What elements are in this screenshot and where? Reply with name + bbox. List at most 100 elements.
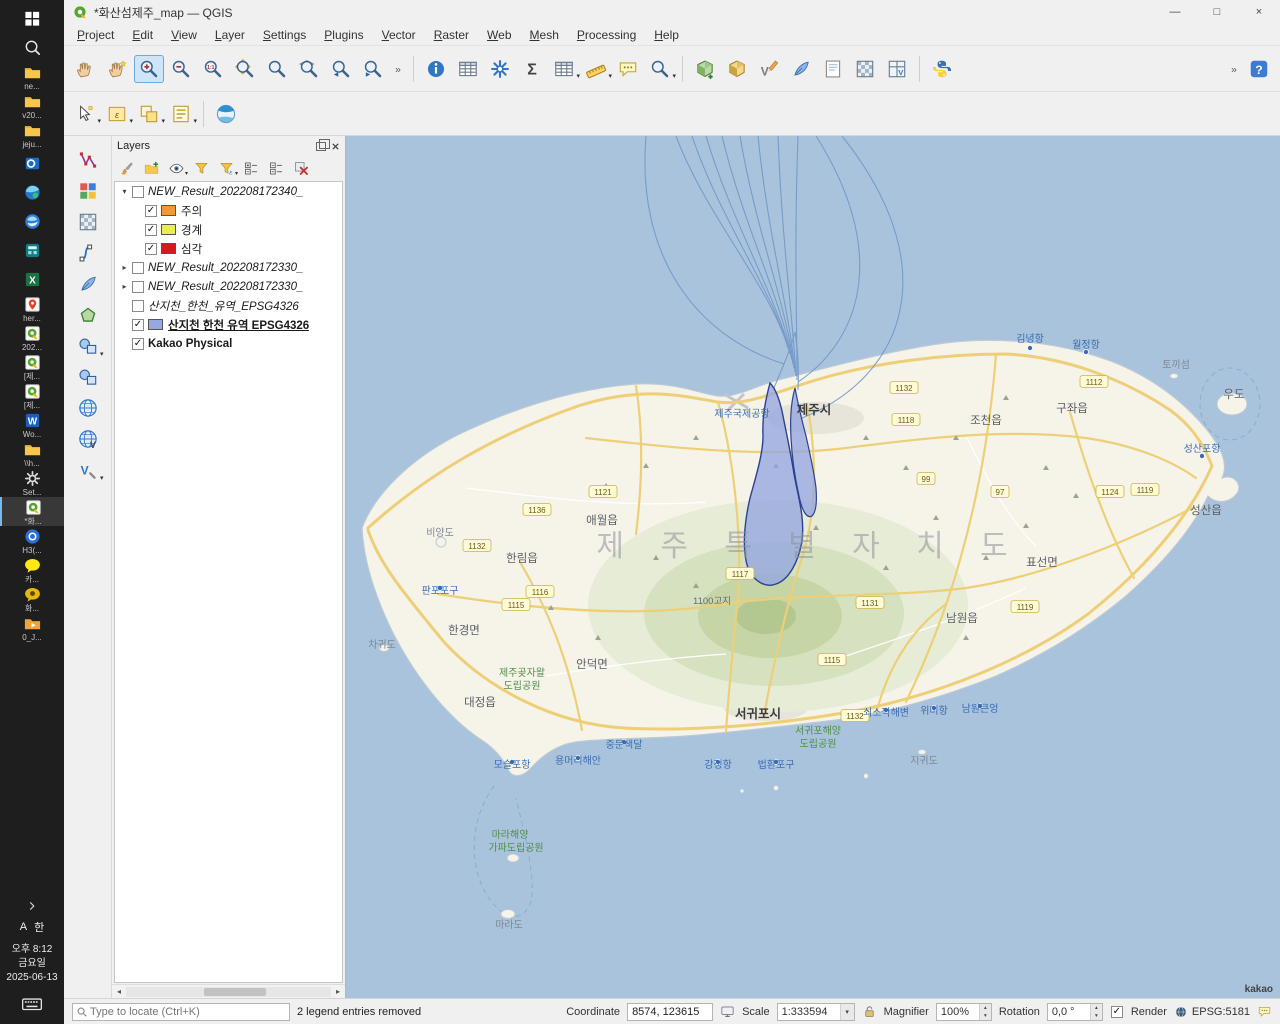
menu-vector[interactable]: Vector [373,26,425,44]
manage-map-themes-button[interactable]: ▾ [165,157,188,179]
scrollbar-thumb[interactable] [204,988,266,996]
layer-checkbox[interactable]: ✓ [145,205,157,217]
scroll-left-arrow[interactable]: ◂ [112,987,126,996]
expander-icon[interactable]: ▾ [118,187,131,196]
spin-down-icon[interactable]: ▾ [1091,1012,1102,1020]
deselect-features-button[interactable]: ▾ [134,100,164,128]
zoom-last-button[interactable] [326,55,356,83]
help-button[interactable]: ? [1244,55,1274,83]
taskbar-network-folder[interactable]: \\h... [0,439,64,468]
measure-button[interactable]: ▾ [581,55,611,83]
close-button[interactable]: × [1238,0,1280,24]
symbology-categories-button[interactable] [72,177,104,205]
new-virtual-layer-button[interactable]: V [882,55,912,83]
dropdown-arrow-icon[interactable]: ▾ [235,170,238,177]
dropdown-arrow-icon[interactable]: ▾ [672,72,676,80]
layer-row-sanjicheon-hancheon-underscore[interactable]: 산지천_한천_유역_EPSG4326 [115,296,342,315]
select-features-button[interactable]: ▾ [70,100,100,128]
menu-settings[interactable]: Settings [254,26,315,44]
taskbar-app-202[interactable]: 202... [0,323,64,352]
dropdown-arrow-icon[interactable]: ▾ [185,170,188,177]
minimize-button[interactable]: — [1154,0,1196,24]
taskbar-calc-app[interactable] [0,236,64,265]
menu-raster[interactable]: Raster [425,26,478,44]
crs-indicator[interactable]: EPSG:5181 [1174,1005,1250,1019]
geometry-shapes-button[interactable]: ▾ [72,332,104,360]
taskbar-app-sphere[interactable] [0,178,64,207]
spin-down-icon[interactable]: ▾ [980,1012,991,1020]
zoom-search-button[interactable]: ▾ [645,55,675,83]
taskbar-qgis-current[interactable]: *화... [0,497,64,526]
python-console-button[interactable] [927,55,957,83]
menu-processing[interactable]: Processing [568,26,645,44]
maximize-button[interactable]: □ [1196,0,1238,24]
dropdown-arrow-icon[interactable]: ▾ [576,72,580,80]
vector-tool-menu-button[interactable]: V▾ [72,456,104,484]
rotation-spinbox[interactable]: 0,0 ° ▴▾ [1047,1003,1103,1021]
taskbar-kakao-window[interactable]: 화... [0,584,64,613]
spin-up-icon[interactable]: ▴ [980,1004,991,1012]
map-canvas[interactable]: 1132111811321136112199971124111911161115… [346,136,1280,998]
layer-row-new-result-202208172340[interactable]: ▾NEW_Result_202208172340_ [115,182,342,201]
layer-row-new-result-202208172330-b[interactable]: ▸NEW_Result_202208172330_ [115,277,342,296]
toolbar-extension-button[interactable]: » [390,55,406,83]
layout-manager-button[interactable] [818,55,848,83]
scrollbar-track[interactable] [126,987,331,997]
expand-all-button[interactable] [240,157,263,179]
taskbar-internet-explorer[interactable] [0,207,64,236]
zoom-to-layer-button[interactable] [294,55,324,83]
new-temporary-scratch-layer-button[interactable] [786,55,816,83]
menu-view[interactable]: View [162,26,206,44]
show-hidden-icons-button[interactable] [26,897,38,915]
raster-tool-button[interactable] [72,208,104,236]
taskbar-app-h3[interactable]: H3(... [0,526,64,555]
collapse-all-button[interactable] [265,157,288,179]
menu-web[interactable]: Web [478,26,520,44]
spin-up-icon[interactable]: ▴ [1091,1004,1102,1012]
layer-checkbox[interactable] [132,300,144,312]
menu-edit[interactable]: Edit [123,26,162,44]
vector-globe-tool-button[interactable]: V [72,425,104,453]
lock-icon[interactable] [862,1004,877,1019]
globe-tool-button[interactable] [72,394,104,422]
dropdown-arrow-icon[interactable]: ▾ [129,117,133,125]
menu-layer[interactable]: Layer [206,26,254,44]
taskbar-app-je-1[interactable]: [제... [0,352,64,381]
polygon-tool-button[interactable] [72,301,104,329]
shape-tool-button[interactable] [72,363,104,391]
locator-input[interactable] [88,1005,286,1019]
add-group-button[interactable] [140,157,163,179]
expander-icon[interactable]: ▸ [118,263,131,272]
coordinate-input[interactable] [627,1003,713,1021]
dropdown-arrow-icon[interactable]: ▾ [608,72,612,80]
zoom-native-button[interactable]: 1:1 [198,55,228,83]
layer-checkbox[interactable]: ✓ [132,319,144,331]
zoom-to-selection-button[interactable] [262,55,292,83]
vertex-tool-button[interactable] [72,146,104,174]
taskbar-folder-0j[interactable]: 0_J... [0,613,64,642]
layer-row-sanjicheon-hancheon[interactable]: ✓산지천 한천 유역 EPSG4326 [115,315,342,334]
scroll-right-arrow[interactable]: ▸ [331,987,345,996]
panel-close-button[interactable] [331,142,340,151]
zoom-next-button[interactable] [358,55,388,83]
layer-checkbox[interactable]: ✓ [145,243,157,255]
menu-plugins[interactable]: Plugins [315,26,372,44]
taskbar-app-je-2[interactable]: [제... [0,381,64,410]
attribute-table-tools-button[interactable]: ▾ [549,55,579,83]
layer-checkbox[interactable] [132,281,144,293]
statistical-summary-button[interactable]: Σ [517,55,547,83]
zoom-full-button[interactable] [230,55,260,83]
dropdown-arrow-icon[interactable]: ▾ [100,350,104,358]
layer-checkbox[interactable] [132,186,144,198]
taskbar-app-her[interactable]: her... [0,294,64,323]
options-button[interactable] [485,55,515,83]
layer-row-kakao-physical[interactable]: ✓Kakao Physical [115,334,342,353]
scale-combo[interactable]: 1:333594 ▾ [777,1003,855,1021]
taskbar-word[interactable]: WWo... [0,410,64,439]
filter-by-expression-button[interactable]: ε▾ [215,157,238,179]
remove-layer-button[interactable] [290,157,313,179]
zoom-out-button[interactable] [166,55,196,83]
layer-row-legend-juui[interactable]: ✓주의 [115,201,342,220]
filter-legend-button[interactable] [190,157,213,179]
toggle-extents-button[interactable] [720,1004,735,1019]
